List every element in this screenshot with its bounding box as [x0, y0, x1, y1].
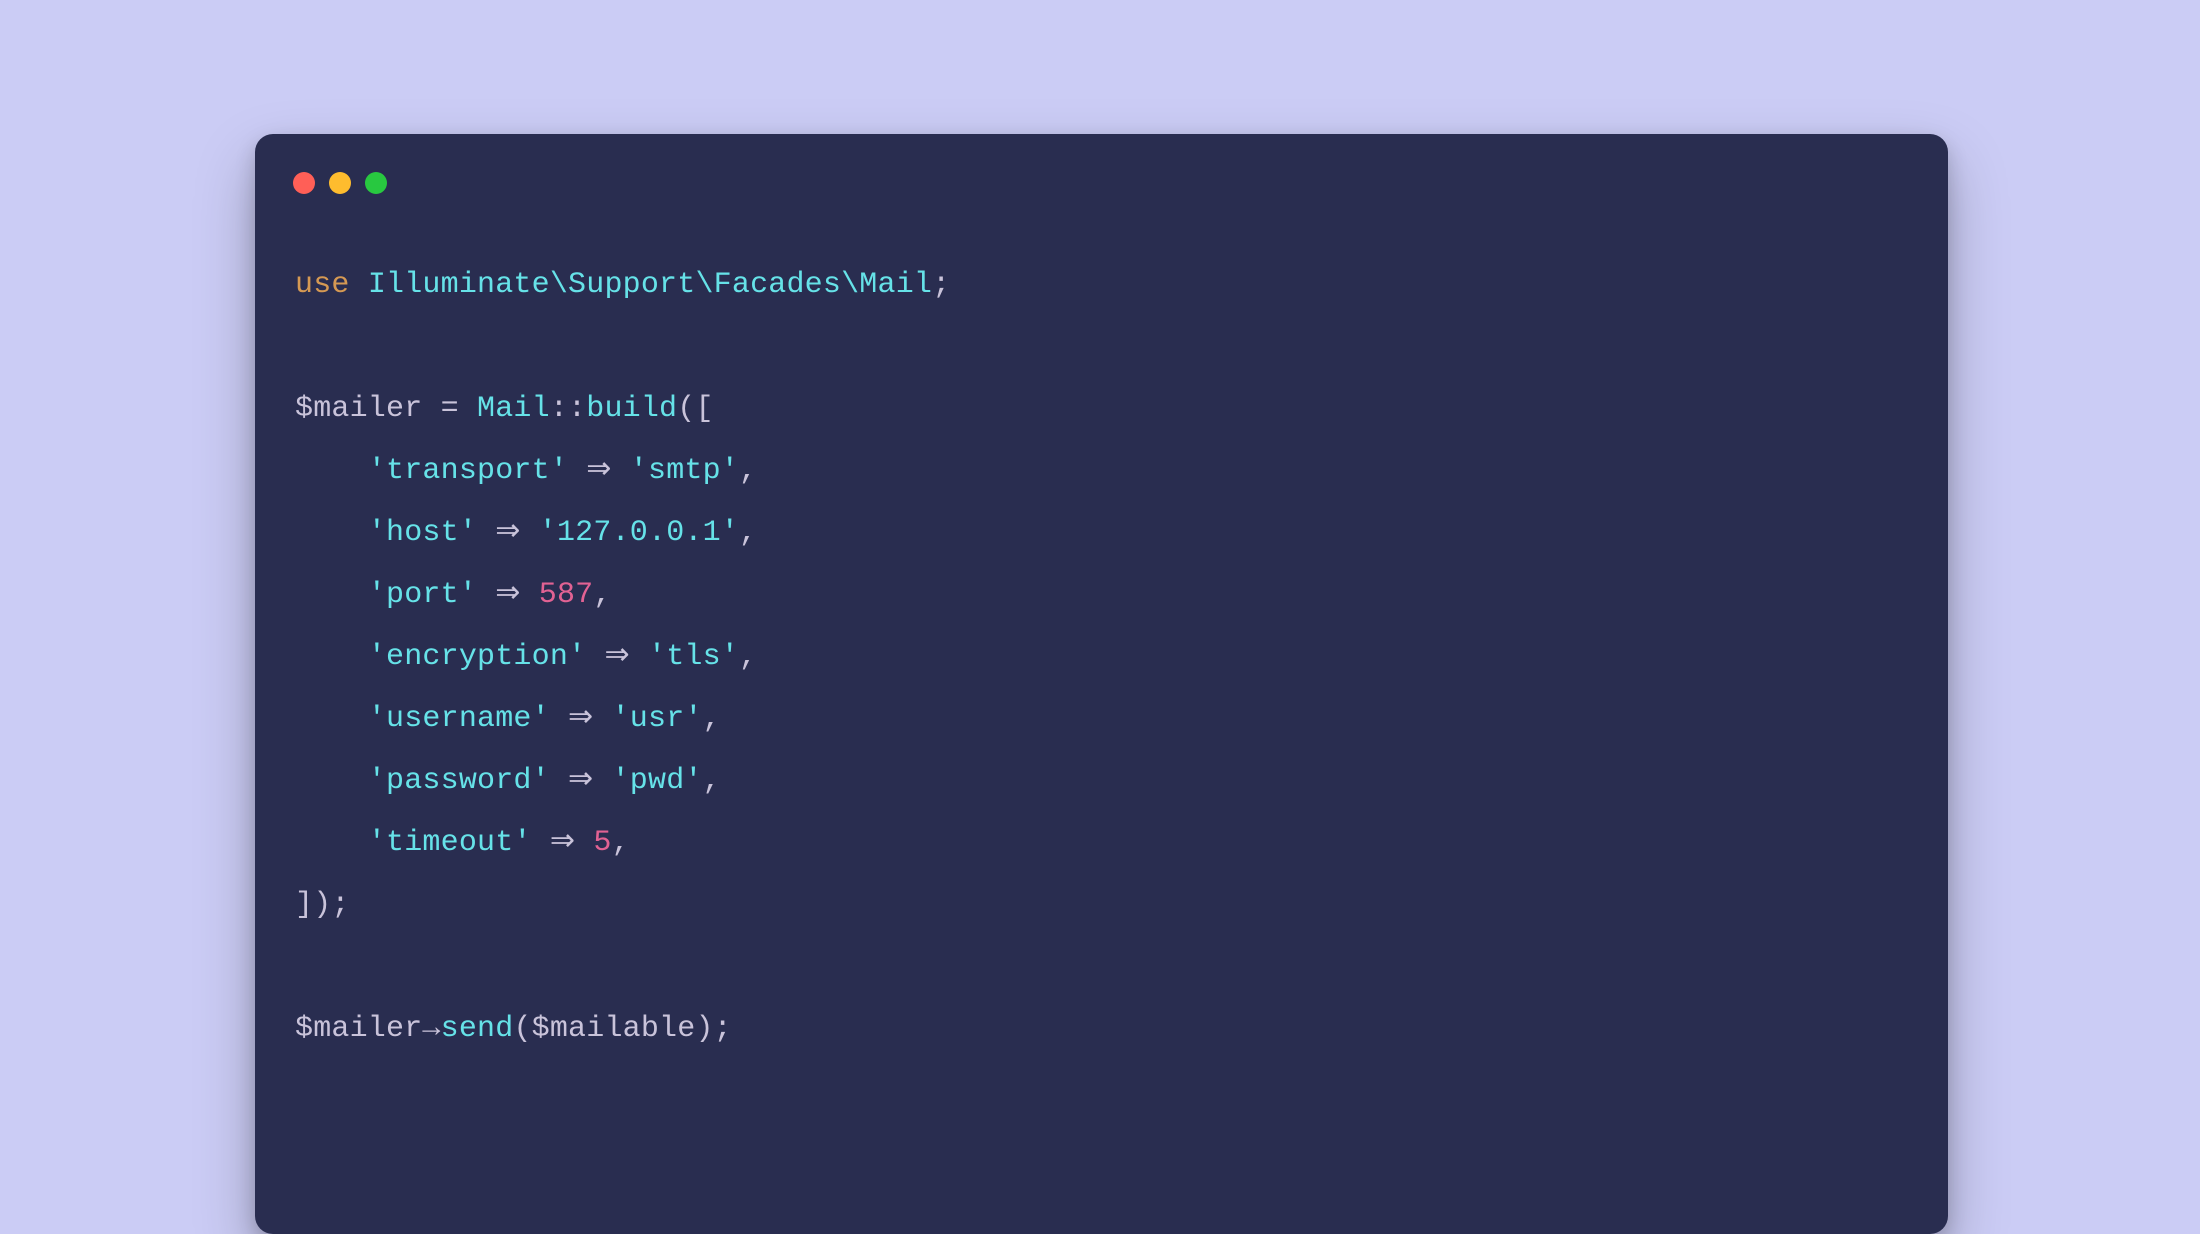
open-bracket: ([: [677, 392, 713, 426]
window-traffic-lights: [293, 172, 387, 194]
namespace-path: Illuminate\Support\Facades\Mail: [368, 268, 932, 302]
close-paren: ): [695, 1012, 713, 1046]
fat-arrow-icon: ⇒: [568, 454, 630, 488]
variable-mailable: $mailable: [532, 1012, 696, 1046]
fat-arrow-icon: ⇒: [550, 764, 612, 798]
semicolon: ;: [932, 268, 950, 302]
zoom-icon[interactable]: [365, 172, 387, 194]
comma: ,: [612, 826, 630, 860]
semicolon: ;: [714, 1012, 732, 1046]
array-val-timeout: 5: [593, 826, 611, 860]
equals: =: [422, 392, 477, 426]
array-val-port: 587: [539, 578, 594, 612]
fat-arrow-icon: ⇒: [477, 516, 539, 550]
comma: ,: [739, 454, 757, 488]
method-build: build: [586, 392, 677, 426]
array-key-timeout: 'timeout': [368, 826, 532, 860]
close-bracket: ]);: [295, 888, 350, 922]
comma: ,: [739, 516, 757, 550]
method-send: send: [441, 1012, 514, 1046]
fat-arrow-icon: ⇒: [550, 702, 612, 736]
array-key-username: 'username': [368, 702, 550, 736]
comma: ,: [703, 702, 721, 736]
fat-arrow-icon: ⇒: [586, 640, 648, 674]
class-mail: Mail: [477, 392, 550, 426]
array-key-transport: 'transport': [368, 454, 568, 488]
array-key-host: 'host': [368, 516, 477, 550]
array-val-username: 'usr': [612, 702, 703, 736]
array-key-password: 'password': [368, 764, 550, 798]
array-key-port: 'port': [368, 578, 477, 612]
comma: ,: [739, 640, 757, 674]
array-val-host: '127.0.0.1': [539, 516, 739, 550]
thin-arrow-icon: →: [422, 1012, 440, 1046]
comma: ,: [593, 578, 611, 612]
array-key-encryption: 'encryption': [368, 640, 586, 674]
minimize-icon[interactable]: [329, 172, 351, 194]
close-icon[interactable]: [293, 172, 315, 194]
fat-arrow-icon: ⇒: [532, 826, 594, 860]
double-colon: ::: [550, 392, 586, 426]
array-val-transport: 'smtp': [630, 454, 739, 488]
array-val-password: 'pwd': [612, 764, 703, 798]
code-block: use Illuminate\Support\Facades\Mail; $ma…: [295, 254, 950, 1060]
editor-window: use Illuminate\Support\Facades\Mail; $ma…: [255, 134, 1948, 1234]
comma: ,: [703, 764, 721, 798]
variable-mailer: $mailer: [295, 392, 422, 426]
array-val-encryption: 'tls': [648, 640, 739, 674]
open-paren: (: [513, 1012, 531, 1046]
variable-mailer: $mailer: [295, 1012, 422, 1046]
keyword-use: use: [295, 268, 350, 302]
fat-arrow-icon: ⇒: [477, 578, 539, 612]
